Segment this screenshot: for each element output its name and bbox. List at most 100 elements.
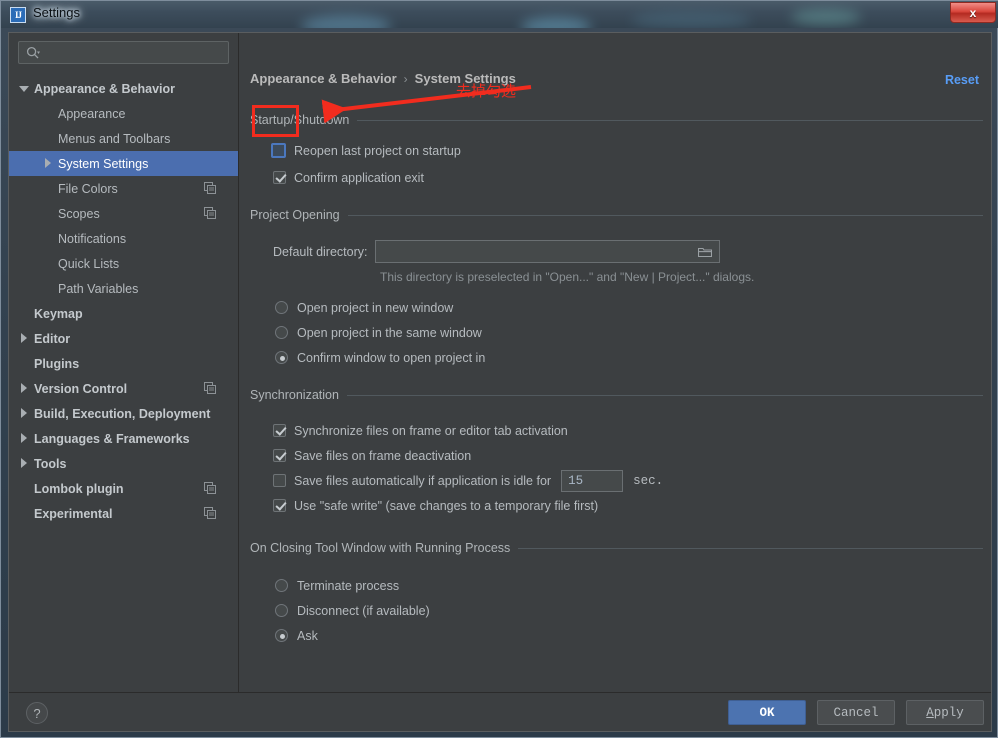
sync-option-row[interactable]: Use "safe write" (save changes to a temp… [273,493,983,518]
settings-tree: Appearance & Behavior Appearance Menus and… [9,76,238,526]
folder-icon[interactable] [698,246,713,258]
copy-icon[interactable] [204,507,216,519]
sync-option-row[interactable]: Save files on frame deactivation [273,443,983,468]
chevron-right-icon[interactable] [19,458,30,469]
sidebar-item-label: Scopes [58,206,100,221]
on-closing-option-row[interactable]: Terminate process [275,573,983,598]
default-directory-label: Default directory: [273,244,368,259]
sidebar-item-lombok-plugin[interactable]: Lombok plugin [9,476,238,501]
sidebar-item-scopes[interactable]: Scopes [9,201,238,226]
sidebar-item-label: Quick Lists [58,256,120,271]
chevron-right-icon[interactable] [43,158,54,169]
project-opening-option-row[interactable]: Open project in new window [275,295,983,320]
sidebar-item-keymap[interactable]: Keymap [9,301,238,326]
titlebar-glow [791,9,861,25]
sidebar-item-experimental[interactable]: Experimental [9,501,238,526]
sync-option-row[interactable]: Synchronize files on frame or editor tab… [273,418,983,443]
startup-shutdown-group: Startup/Shutdown Reopen last project on … [250,113,983,188]
on-closing-option-row[interactable]: Disconnect (if available) [275,598,983,623]
group-divider [518,547,983,549]
sync-option-checkbox[interactable] [273,449,286,462]
sync-option-checkbox[interactable] [273,424,286,437]
sidebar-item-appearance-behavior[interactable]: Appearance & Behavior [9,76,238,101]
sidebar-item-label: Menus and Toolbars [58,131,171,146]
apply-button[interactable]: Apply [906,700,984,725]
copy-icon[interactable] [204,382,216,394]
sidebar-item-label: Plugins [34,356,80,371]
window-title: Settings [33,5,80,20]
chevron-down-icon[interactable] [19,83,30,94]
annotation-text: 去掉勾选 [456,82,517,100]
breadcrumb-separator-icon: › [403,71,408,86]
sidebar-item-quick-lists[interactable]: Quick Lists [9,251,238,276]
reset-link[interactable]: Reset [945,73,979,87]
reopen-last-project-row[interactable]: Reopen last project on startup [271,140,983,161]
search-icon [26,46,40,59]
chevron-right-icon[interactable] [19,433,30,444]
sidebar-item-label: Path Variables [58,281,139,296]
sync-option-label: Save files on frame deactivation [294,448,472,463]
sidebar-item-label: Lombok plugin [34,481,124,496]
sidebar-item-file-colors[interactable]: File Colors [9,176,238,201]
on-closing-label: Ask [297,628,318,643]
sidebar-item-label: Experimental [34,506,113,521]
sidebar-item-appearance[interactable]: Appearance [9,101,238,126]
idle-seconds-input[interactable]: 15 [561,469,624,492]
close-icon[interactable]: x [950,2,996,23]
default-directory-hint: This directory is preselected in "Open..… [380,270,755,284]
sync-option-checkbox[interactable] [273,474,286,487]
confirm-exit-checkbox[interactable] [273,171,286,184]
on-closing-group: On Closing Tool Window with Running Proc… [250,541,983,648]
project-opening-radio[interactable] [275,301,288,314]
chevron-right-icon[interactable] [19,408,30,419]
sidebar-item-languages-frameworks[interactable]: Languages & Frameworks [9,426,238,451]
sidebar-item-label: Notifications [58,231,127,246]
search-box[interactable] [18,41,229,64]
annotation-highlight-box [252,105,299,137]
default-directory-field[interactable] [375,240,721,263]
on-closing-radio[interactable] [275,579,288,592]
project-opening-radio[interactable] [275,326,288,339]
copy-icon[interactable] [204,182,216,194]
chevron-right-icon[interactable] [19,383,30,394]
sidebar-item-build-execution-deployment[interactable]: Build, Execution, Deployment [9,401,238,426]
settings-window: IJ Settings x Appearance & Behavior Appea… [0,0,998,738]
search-input[interactable] [45,42,224,63]
group-divider [346,394,983,396]
sidebar-item-system-settings[interactable]: System Settings [9,151,238,176]
sidebar-item-plugins[interactable]: Plugins [9,351,238,376]
sidebar-item-notifications[interactable]: Notifications [9,226,238,251]
cancel-button[interactable]: Cancel [817,700,895,725]
on-closing-radio[interactable] [275,604,288,617]
search-container [9,33,238,64]
group-label: Synchronization [250,388,339,402]
sidebar-item-version-control[interactable]: Version Control [9,376,238,401]
synchronization-title: Synchronization [250,388,983,402]
sidebar-item-label: System Settings [58,156,149,171]
titlebar-glow [521,17,591,28]
project-opening-group: Project Opening Default directory: This … [250,208,983,370]
breadcrumb-parent[interactable]: Appearance & Behavior [250,71,397,86]
title-bar: IJ Settings x [1,1,998,28]
sync-option-row[interactable]: Save files automatically if application … [273,468,983,493]
ok-button[interactable]: OK [728,700,806,725]
project-opening-option-row[interactable]: Open project in the same window [275,320,983,345]
project-opening-option-row[interactable]: Confirm window to open project in [275,345,983,370]
copy-icon[interactable] [204,207,216,219]
copy-icon[interactable] [204,482,216,494]
sync-option-checkbox[interactable] [273,499,286,512]
on-closing-option-row[interactable]: Ask [275,623,983,648]
help-button[interactable]: ? [26,702,48,724]
project-opening-radio[interactable] [275,351,288,364]
sidebar-item-editor[interactable]: Editor [9,326,238,351]
sidebar-item-path-variables[interactable]: Path Variables [9,276,238,301]
confirm-exit-row[interactable]: Confirm application exit [273,167,983,188]
sidebar-item-menus-and-toolbars[interactable]: Menus and Toolbars [9,126,238,151]
on-closing-radio[interactable] [275,629,288,642]
reopen-last-project-checkbox[interactable] [271,143,286,158]
chevron-right-icon[interactable] [19,333,30,344]
sidebar-item-tools[interactable]: Tools [9,451,238,476]
